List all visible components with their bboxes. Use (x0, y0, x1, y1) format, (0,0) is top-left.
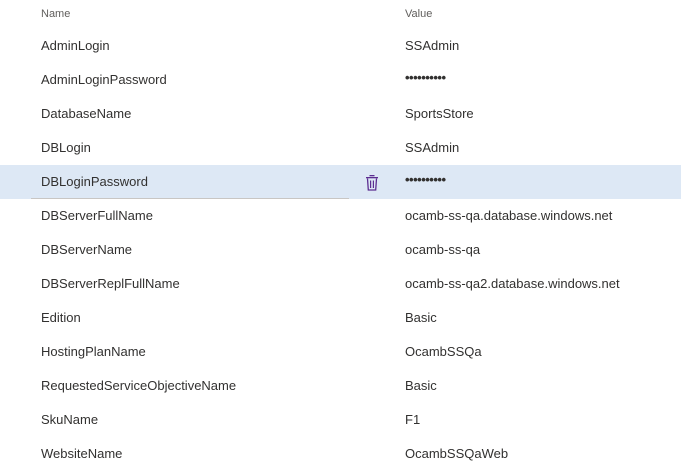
setting-value: ocamb-ss-qa2.database.windows.net (405, 276, 620, 291)
table-row[interactable]: AdminLoginPassword •••••••••• (0, 63, 681, 97)
setting-name: DBServerName (41, 242, 133, 257)
table-row[interactable]: DBServerReplFullName ocamb-ss-qa2.databa… (0, 267, 681, 301)
setting-name: DBServerFullName (41, 208, 153, 223)
grid-header: Name Value (0, 0, 681, 30)
table-row[interactable]: DBLogin SSAdmin (0, 131, 681, 165)
trash-icon[interactable] (364, 174, 380, 191)
setting-value: Basic (405, 378, 437, 393)
table-row[interactable]: Edition Basic (0, 301, 681, 335)
column-header-name[interactable]: Name (41, 8, 70, 20)
table-row[interactable]: HostingPlanName OcambSSQa (0, 335, 681, 369)
setting-name: SkuName (41, 412, 99, 427)
setting-value: ocamb-ss-qa.database.windows.net (405, 208, 613, 223)
setting-name: AdminLoginPassword (41, 72, 167, 87)
table-row[interactable]: DBServerName ocamb-ss-qa (0, 233, 681, 267)
setting-name: HostingPlanName (41, 344, 146, 359)
setting-value: SSAdmin (405, 140, 460, 155)
setting-value: SSAdmin (405, 38, 460, 53)
grid-rows: AdminLogin SSAdmin AdminLoginPassword ••… (0, 29, 681, 465)
table-row[interactable]: DBServerFullName ocamb-ss-qa.database.wi… (0, 199, 681, 233)
setting-value: Basic (405, 310, 437, 325)
settings-grid: Name Value AdminLogin SSAdmin AdminLogin… (0, 0, 681, 465)
setting-name: Edition (41, 310, 81, 325)
setting-value: SportsStore (405, 106, 474, 121)
table-row-selected[interactable]: DBLoginPassword •••••••••• (0, 165, 681, 199)
table-row[interactable]: DatabaseName SportsStore (0, 97, 681, 131)
setting-value: F1 (405, 412, 421, 427)
setting-name: RequestedServiceObjectiveName (41, 378, 237, 393)
setting-value: ocamb-ss-qa (405, 242, 481, 257)
setting-name: DatabaseName (41, 106, 132, 121)
setting-name: DBServerReplFullName (41, 276, 180, 291)
table-row[interactable]: WebsiteName OcambSSQaWeb (0, 437, 681, 465)
setting-value-masked: •••••••••• (405, 172, 446, 187)
column-header-value[interactable]: Value (405, 8, 432, 20)
setting-value-masked: •••••••••• (405, 70, 446, 85)
setting-name: DBLoginPassword (41, 174, 148, 189)
setting-value: OcambSSQa (405, 344, 482, 359)
setting-name: DBLogin (41, 140, 91, 155)
setting-name: AdminLogin (41, 38, 110, 53)
table-row[interactable]: RequestedServiceObjectiveName Basic (0, 369, 681, 403)
setting-value: OcambSSQaWeb (405, 446, 509, 461)
table-row[interactable]: SkuName F1 (0, 403, 681, 437)
setting-name: WebsiteName (41, 446, 123, 461)
table-row[interactable]: AdminLogin SSAdmin (0, 29, 681, 63)
